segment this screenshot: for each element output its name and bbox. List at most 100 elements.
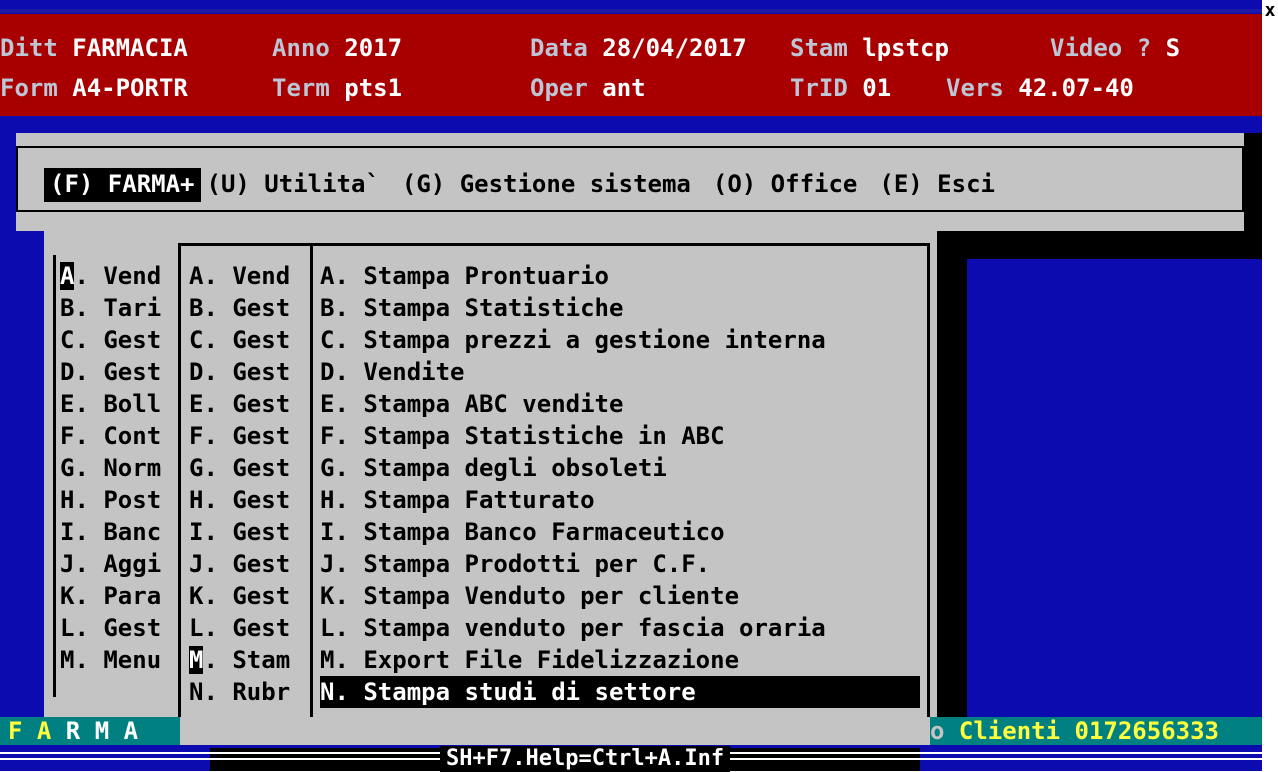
menu3-item[interactable]: C. Stampa prezzi a gestione interna — [320, 324, 920, 356]
farma-logo: F A R M A — [8, 717, 138, 745]
data-value: 28/04/2017 — [602, 34, 747, 62]
header-row-1: Ditt FARMACIA — [0, 32, 188, 64]
oper-value: ant — [602, 74, 646, 102]
trid-field: TrID 01 — [790, 72, 891, 104]
menu3-item[interactable]: B. Stampa Statistiche — [320, 292, 920, 324]
oper-field: Oper ant — [530, 72, 646, 104]
menu3-item[interactable]: K. Stampa Venduto per cliente — [320, 580, 920, 612]
menu1-item[interactable]: F. Cont — [60, 420, 178, 452]
ditt-label: Ditt — [0, 34, 58, 62]
menu1-item[interactable]: M. Menu — [60, 644, 178, 676]
menu-esci[interactable]: (E) Esci — [873, 168, 1001, 202]
video-field: Video ? S — [1050, 32, 1180, 64]
submenu-level-1: A. Vend B. Tari C. Gest D. Gest E. Boll F. Co… — [60, 260, 178, 676]
menu3-item[interactable]: J. Stampa Prodotti per C.F. — [320, 548, 920, 580]
submenu-shadow — [937, 259, 967, 717]
clienti-prefix: o — [930, 717, 945, 745]
menu2-item[interactable]: A. Vend — [189, 260, 309, 292]
menu1-item[interactable]: A. Vend — [60, 260, 178, 292]
form-field: Form A4-PORTR — [0, 72, 188, 104]
clienti-text: Clienti 0172656333 — [958, 717, 1219, 745]
status-panel-overlay — [180, 717, 930, 745]
term-label: Term — [272, 74, 330, 102]
menu1-left-border — [53, 255, 56, 697]
menu3-item[interactable]: N. Stampa studi di settore — [320, 676, 920, 708]
anno-value: 2017 — [344, 34, 403, 62]
menu3-item[interactable]: D. Vendite — [320, 356, 920, 388]
menu1-item[interactable]: E. Boll — [60, 388, 178, 420]
help-text: SH+F7.Help=Ctrl+A.Inf — [440, 746, 731, 772]
menu2-top-border — [178, 243, 314, 246]
term-value: pts1 — [344, 74, 403, 102]
anno-label: Anno — [272, 34, 330, 62]
menu2-left-border — [178, 245, 181, 735]
ditt-value: FARMACIA — [72, 34, 188, 62]
menu2-item[interactable]: D. Gest — [189, 356, 309, 388]
top-border — [0, 9, 1262, 13]
form-label: Form — [0, 74, 58, 102]
menu1-item[interactable]: K. Para — [60, 580, 178, 612]
menu1-item[interactable]: B. Tari — [60, 292, 178, 324]
menu1-item[interactable]: D. Gest — [60, 356, 178, 388]
data-label: Data — [530, 34, 588, 62]
menu2-item[interactable]: M. Stam — [189, 644, 309, 676]
main-menubar: (F) FARMA+ (U) Utilita` (G) Gestione sis… — [44, 168, 1001, 202]
status-header: Ditt FARMACIA Anno 2017 Data 28/04/2017 … — [0, 14, 1262, 116]
form-value: A4-PORTR — [72, 74, 188, 102]
menu2-item[interactable]: C. Gest — [189, 324, 309, 356]
menu-gestione-sistema[interactable]: (G) Gestione sistema — [396, 168, 697, 202]
vers-field: Vers 42.07-40 — [946, 72, 1134, 104]
video-value: S — [1165, 34, 1181, 62]
menu3-item[interactable]: A. Stampa Prontuario — [320, 260, 920, 292]
farma-letters: F A — [8, 717, 52, 745]
menu3-item[interactable]: M. Export File Fidelizzazione — [320, 644, 920, 676]
vers-value: 42.07-40 — [1018, 74, 1134, 102]
menu2-item[interactable]: B. Gest — [189, 292, 309, 324]
menu1-item[interactable]: L. Gest — [60, 612, 178, 644]
stam-field: Stam lpstcp — [790, 32, 949, 64]
menu2-item[interactable]: K. Gest — [189, 580, 309, 612]
menu3-item[interactable]: L. Stampa venduto per fascia oraria — [320, 612, 920, 644]
menu1-item[interactable]: I. Banc — [60, 516, 178, 548]
menu3-item[interactable]: H. Stampa Fatturato — [320, 484, 920, 516]
menu-utilita[interactable]: (U) Utilita` — [201, 168, 386, 202]
menu3-item[interactable]: G. Stampa degli obsoleti — [320, 452, 920, 484]
stam-value: lpstcp — [862, 34, 949, 62]
menu2-item[interactable]: I. Gest — [189, 516, 309, 548]
menu1-item[interactable]: C. Gest — [60, 324, 178, 356]
farma-rest: R M A — [51, 717, 139, 745]
cursor-highlight: A — [60, 262, 75, 290]
menu3-item[interactable]: F. Stampa Statistiche in ABC — [320, 420, 920, 452]
menu2-item[interactable]: N. Rubr — [189, 676, 309, 708]
anno-field: Anno 2017 — [272, 32, 402, 64]
menu3-item[interactable]: I. Stampa Banco Farmaceutico — [320, 516, 920, 548]
data-field: Data 28/04/2017 — [530, 32, 747, 64]
menubar-shadow — [935, 231, 1246, 259]
close-icon[interactable]: x — [1262, 0, 1278, 24]
term-field: Term pts1 — [272, 72, 402, 104]
menu2-item[interactable]: E. Gest — [189, 388, 309, 420]
submenu-level-3: A. Stampa Prontuario B. Stampa Statistich… — [320, 260, 920, 708]
menu3-right-border — [927, 245, 930, 735]
menu1-item[interactable]: H. Post — [60, 484, 178, 516]
menu3-top-border — [310, 243, 930, 246]
menu-office[interactable]: (O) Office — [707, 168, 864, 202]
menu2-item[interactable]: G. Gest — [189, 452, 309, 484]
menu3-item[interactable]: E. Stampa ABC vendite — [320, 388, 920, 420]
menu1-item[interactable]: J. Aggi — [60, 548, 178, 580]
menubar-shadow-right — [1244, 133, 1262, 259]
menu1-item[interactable]: G. Norm — [60, 452, 178, 484]
menu-farma[interactable]: (F) FARMA+ — [44, 168, 201, 202]
video-label: Video ? — [1050, 34, 1152, 62]
stam-label: Stam — [790, 34, 848, 62]
cursor-highlight: M — [189, 646, 204, 674]
oper-label: Oper — [530, 74, 588, 102]
menu2-item[interactable]: J. Gest — [189, 548, 309, 580]
submenu-level-2: A. Vend B. Gest C. Gest D. Gest E. Gest F. Ge… — [189, 260, 309, 708]
trid-value: 01 — [862, 74, 892, 102]
menu2-item[interactable]: F. Gest — [189, 420, 309, 452]
menu2-item[interactable]: H. Gest — [189, 484, 309, 516]
menu2-item[interactable]: L. Gest — [189, 612, 309, 644]
clienti-phone: o Clienti 0172656333 — [930, 717, 1219, 745]
vers-label: Vers — [946, 74, 1004, 102]
